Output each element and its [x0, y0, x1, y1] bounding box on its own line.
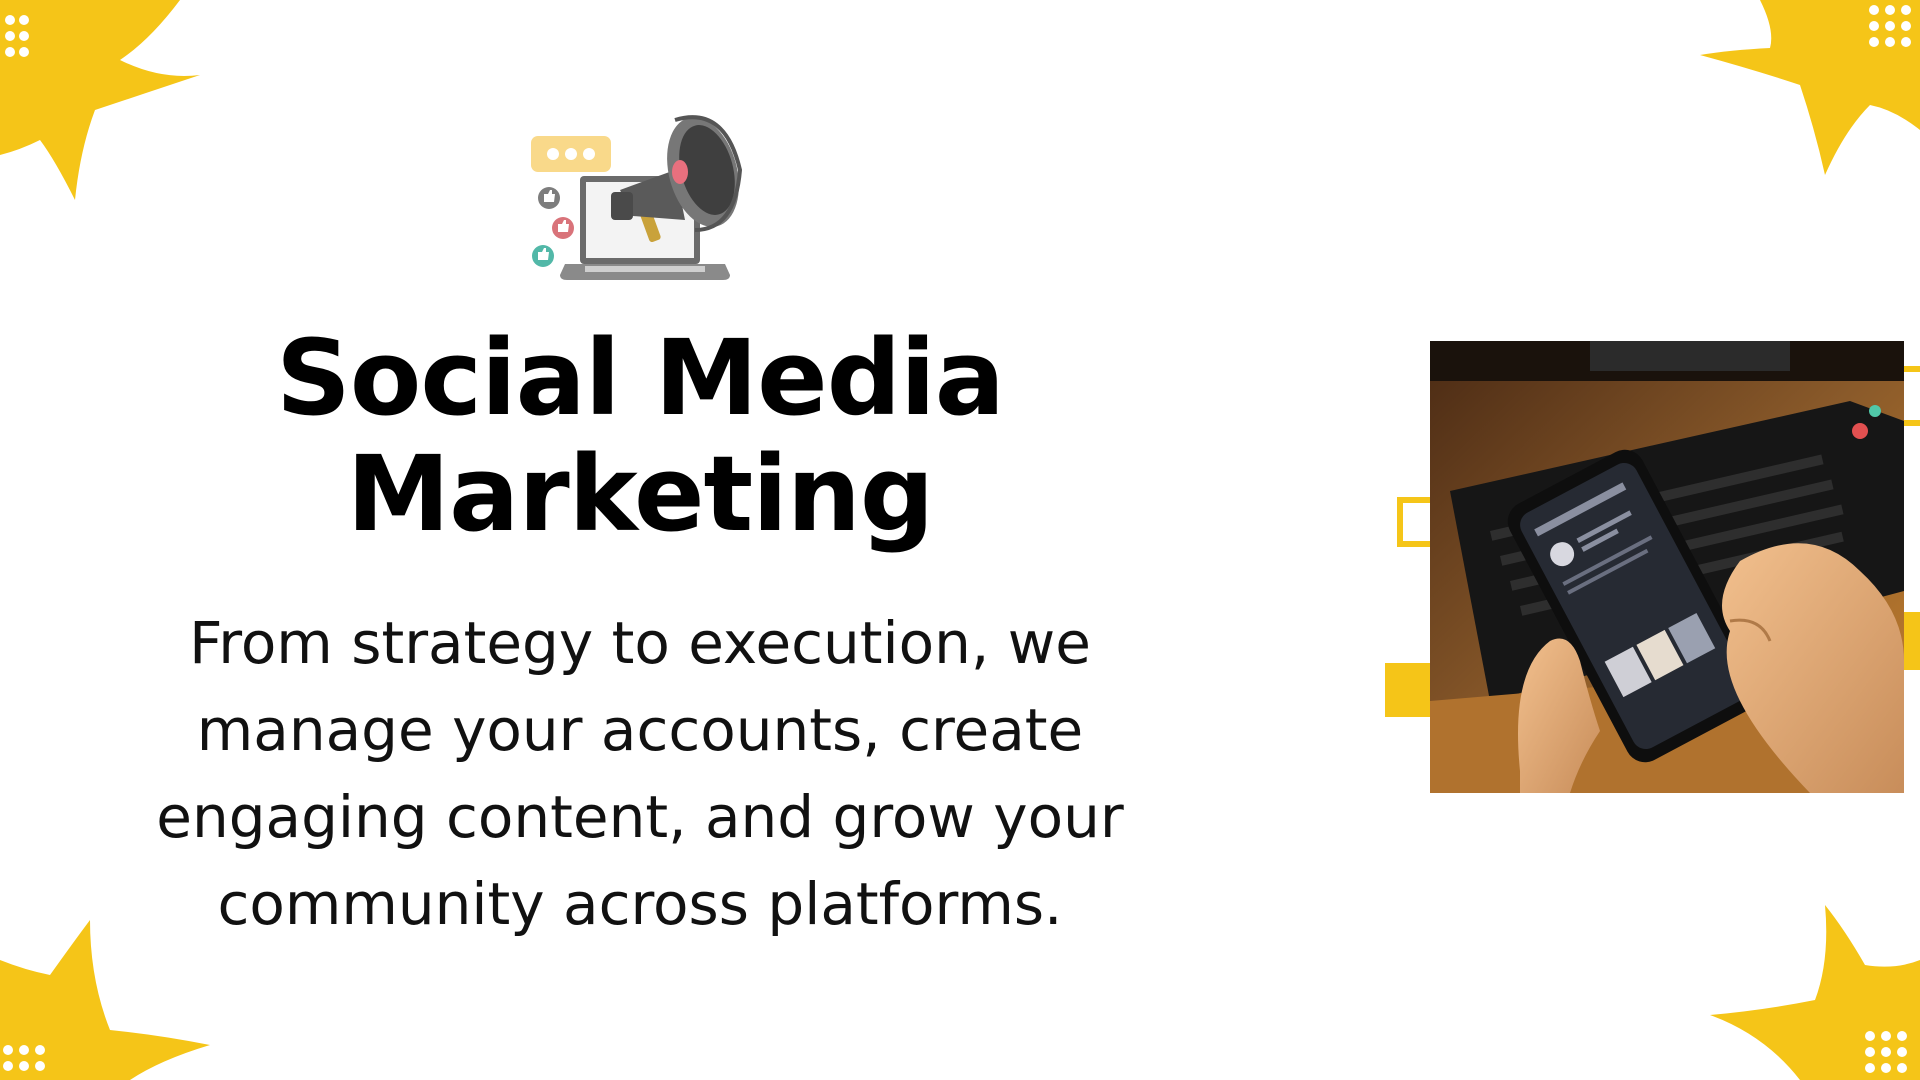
body-line: manage your accounts, create — [196, 696, 1084, 764]
starburst-top-right — [1700, 0, 1920, 175]
chat-bubble-icon — [531, 136, 611, 172]
starburst-top-left — [0, 0, 200, 200]
body-line: From strategy to execution, we — [189, 609, 1091, 677]
megaphone-laptop-icon — [525, 110, 765, 285]
starburst-bottom-right — [1710, 905, 1920, 1080]
thumbs-up-icon — [538, 187, 560, 209]
slide-body: From strategy to execution, we manage yo… — [100, 600, 1180, 948]
thumbs-up-icon — [532, 245, 554, 267]
thumbs-up-icon — [552, 217, 574, 239]
body-line: engaging content, and grow your — [156, 783, 1124, 851]
body-line: community across platforms. — [217, 870, 1063, 938]
slide-title: Social Media Marketing — [160, 320, 1120, 552]
title-line: Marketing — [346, 433, 935, 555]
photo-accent-bar — [1385, 663, 1435, 717]
hands-holding-smartphone-photo — [1430, 341, 1904, 793]
title-line: Social Media — [276, 317, 1005, 439]
